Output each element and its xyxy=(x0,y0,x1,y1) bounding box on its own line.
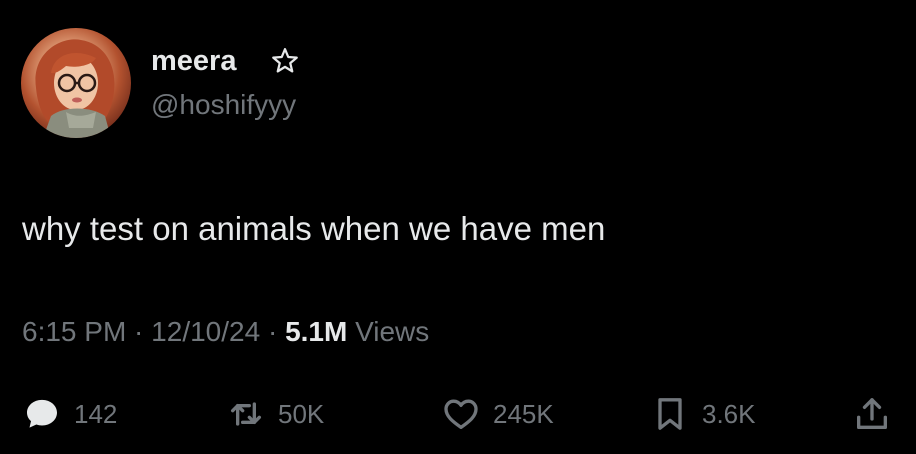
separator: · xyxy=(260,316,286,347)
bookmark-icon xyxy=(658,398,682,430)
tweet-time[interactable]: 6:15 PM xyxy=(22,316,126,347)
share-button[interactable] xyxy=(852,392,892,436)
action-bar: 142 50K 245K 3.6K xyxy=(0,392,916,436)
tweet-date[interactable]: 12/10/24 xyxy=(151,316,260,347)
tweet-meta: 6:15 PM · 12/10/24 · 5.1M Views xyxy=(22,314,429,350)
reply-icon xyxy=(27,399,57,428)
views-label: Views xyxy=(347,316,430,347)
heart-icon xyxy=(444,399,478,429)
retweet-button[interactable]: 50K xyxy=(226,392,324,436)
star-outline-icon xyxy=(272,48,298,73)
display-name[interactable]: meera xyxy=(151,43,236,79)
separator: · xyxy=(126,316,152,347)
bookmark-count: 3.6K xyxy=(702,398,756,429)
reply-count: 142 xyxy=(74,398,118,429)
avatar[interactable] xyxy=(21,28,131,138)
retweet-icon xyxy=(231,402,261,426)
tweet-card: meera @hoshifyyy why test on animals whe… xyxy=(0,0,916,454)
reply-button[interactable]: 142 xyxy=(22,392,117,436)
tweet-text: why test on animals when we have men xyxy=(22,210,606,247)
views-count[interactable]: 5.1M xyxy=(285,316,347,347)
share-icon xyxy=(857,398,887,429)
like-button[interactable]: 245K xyxy=(441,392,554,436)
user-handle[interactable]: @hoshifyyy xyxy=(151,88,296,122)
like-count: 245K xyxy=(493,398,554,429)
bookmark-button[interactable]: 3.6K xyxy=(650,392,756,436)
retweet-count: 50K xyxy=(278,398,325,429)
